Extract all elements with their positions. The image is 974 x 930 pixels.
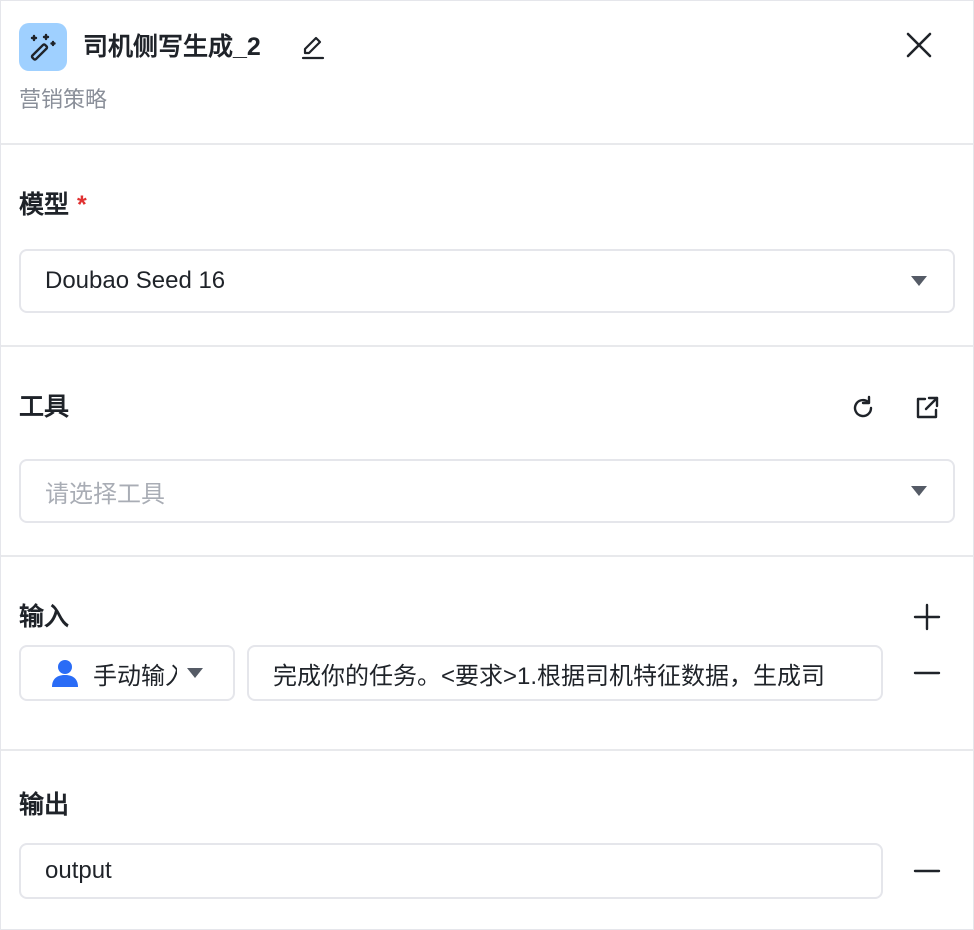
- tools-select[interactable]: 请选择工具: [19, 459, 955, 523]
- close-button[interactable]: [901, 27, 937, 63]
- chevron-down-icon: [911, 276, 927, 286]
- input-label: 输入: [19, 603, 70, 631]
- required-mark: *: [77, 191, 87, 219]
- chevron-down-icon: [187, 668, 203, 678]
- magic-wand-icon: [19, 23, 67, 71]
- output-name-field[interactable]: output: [19, 843, 883, 899]
- model-label-text: 模型: [19, 191, 70, 219]
- output-label: 输出: [19, 791, 70, 819]
- refresh-icon[interactable]: [847, 392, 879, 424]
- model-label: 模型 *: [19, 187, 87, 223]
- remove-output-button[interactable]: [911, 855, 943, 887]
- remove-input-button[interactable]: [911, 657, 943, 689]
- model-select-value: Doubao Seed 16: [45, 267, 226, 294]
- divider: [1, 143, 973, 145]
- add-input-button[interactable]: [911, 601, 943, 633]
- divider: [1, 749, 973, 751]
- input-mode-select[interactable]: 手动输入: [19, 645, 235, 701]
- node-config-panel: 司机侧写生成_2 营销策略 模型 * Doubao Seed 16 工具 请选择…: [0, 0, 974, 930]
- chevron-down-icon: [911, 486, 927, 496]
- output-name-text: output: [45, 857, 112, 884]
- model-select[interactable]: Doubao Seed 16: [19, 249, 955, 313]
- divider: [1, 555, 973, 557]
- node-title: 司机侧写生成_2: [83, 33, 261, 61]
- input-value-text: 完成你的任务。<要求>1.根据司机特征数据，生成司: [273, 662, 826, 690]
- divider: [1, 345, 973, 347]
- user-icon: [49, 657, 81, 689]
- input-value-field[interactable]: 完成你的任务。<要求>1.根据司机特征数据，生成司: [247, 645, 883, 701]
- external-link-icon[interactable]: [911, 392, 943, 424]
- tools-select-placeholder: 请选择工具: [45, 480, 165, 508]
- edit-title-icon[interactable]: [299, 33, 327, 61]
- tools-label: 工具: [19, 393, 70, 421]
- node-subtitle: 营销策略: [19, 87, 108, 112]
- input-mode-value: 手动输入: [93, 662, 177, 690]
